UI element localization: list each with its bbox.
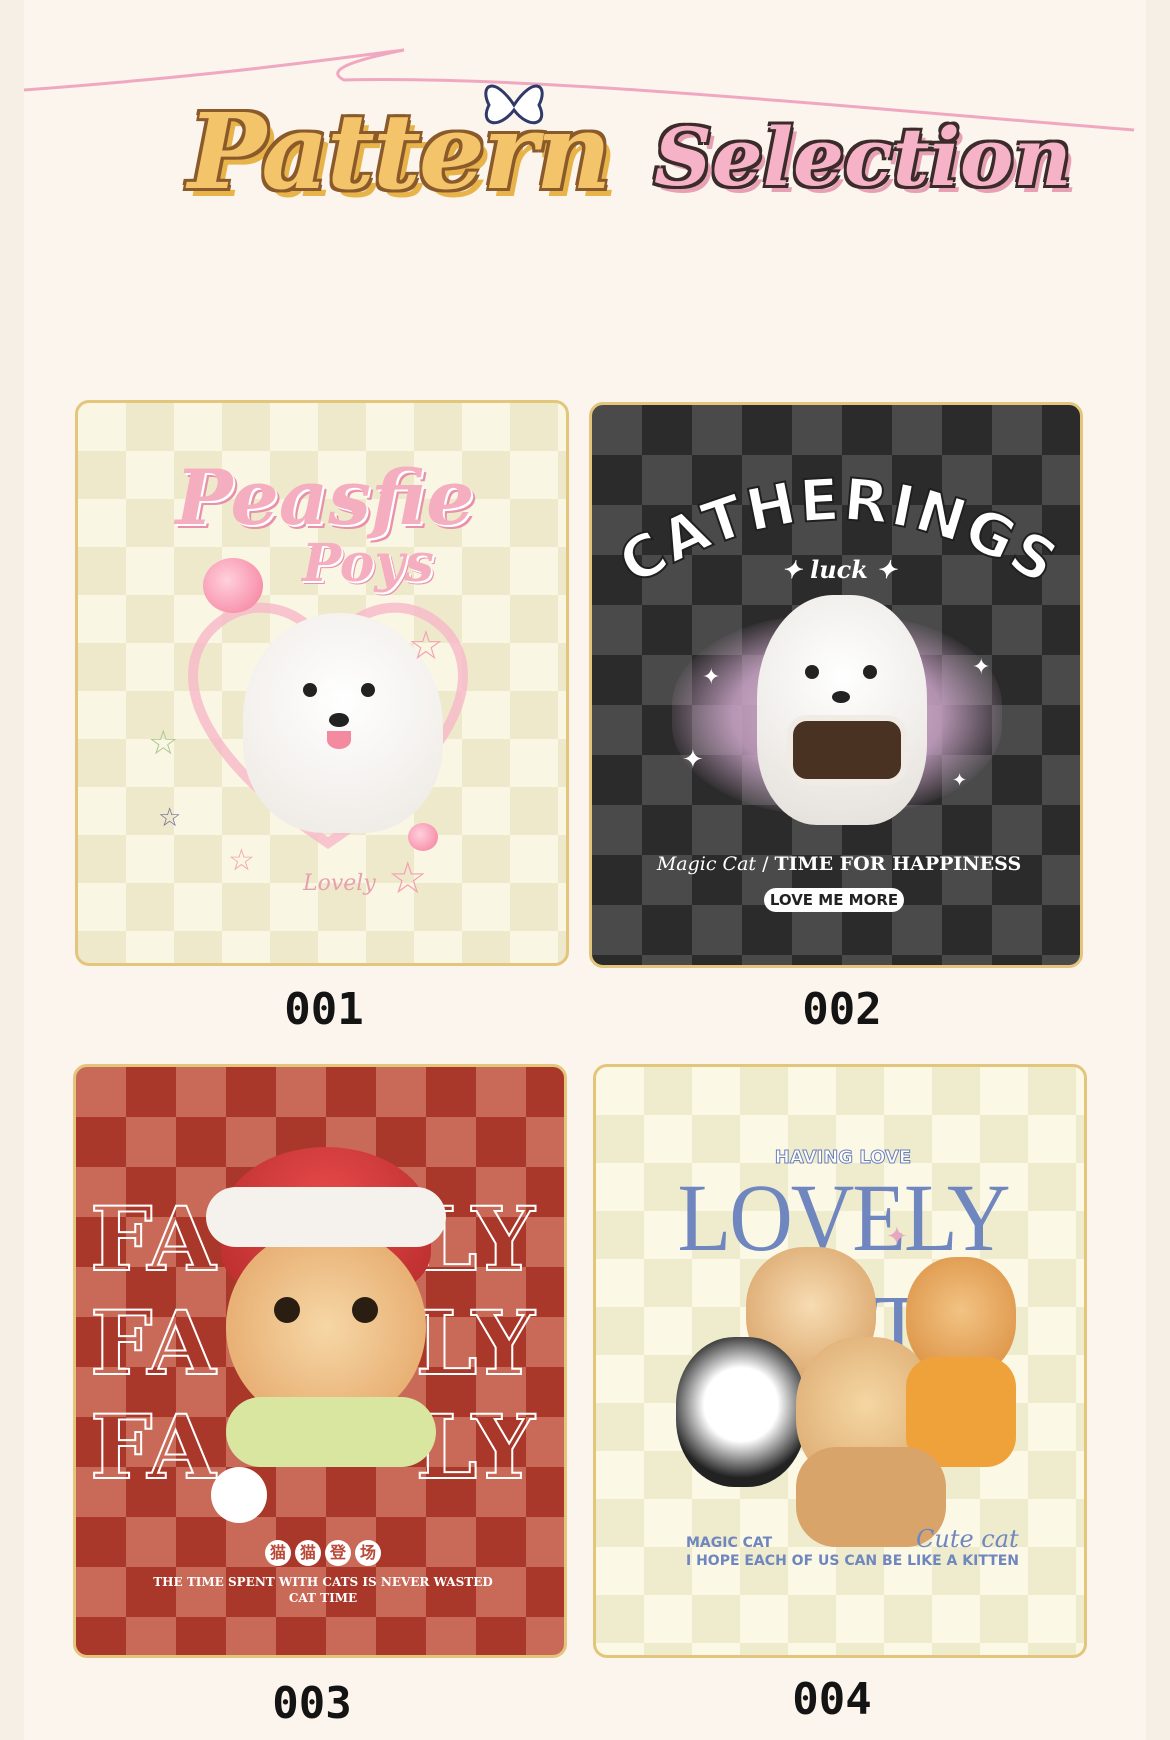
family-part-left: FA bbox=[89, 1186, 217, 1292]
family-part-left: FA bbox=[89, 1290, 217, 1396]
butterfly-icon bbox=[484, 84, 544, 125]
hat-fur-trim bbox=[206, 1187, 446, 1247]
chinese-badges: 猫猫登场 bbox=[76, 1540, 564, 1566]
dog-photo bbox=[757, 595, 927, 825]
sparkle-icon: ✦ bbox=[972, 655, 991, 680]
sparkle-icon: ✦ bbox=[702, 665, 721, 690]
cat-photo-tuxedo bbox=[676, 1337, 806, 1487]
card-subtitle: ✦ luck ✦ bbox=[781, 555, 897, 584]
pattern-card-004[interactable]: HAVING LOVE LOVELY CAT ✦ MAGIC CAT Cute … bbox=[593, 1064, 1087, 1658]
chinese-char: 登 bbox=[325, 1540, 351, 1566]
pattern-card-002[interactable]: CATHERINGS ✦ luck ✦ ✦ ✦ ✦ ✦ Magic Cat / … bbox=[589, 402, 1083, 968]
pattern-card-003[interactable]: FA LY FA LY FA LY 猫猫登场 THE TIME SPENT WITH … bbox=[73, 1064, 567, 1658]
caption-line1: THE TIME SPENT WITH CATS IS NEVER WASTED bbox=[153, 1575, 493, 1589]
pattern-label-002: 002 bbox=[802, 984, 882, 1035]
star-icon: ☆ bbox=[228, 843, 255, 878]
pattern-card-001[interactable]: Peasfie Poys ☆ ☆ ☆ ☆ ☆ Lovely bbox=[75, 400, 569, 966]
pink-heart-icon bbox=[203, 558, 263, 613]
kitten-caption: I HOPE EACH OF US CAN BE LIKE A KITTEN bbox=[686, 1553, 1020, 1569]
sparkle-icon: ✦ bbox=[682, 745, 704, 775]
magic-cat-caption: MAGIC CAT bbox=[686, 1535, 773, 1551]
card-caption: Magic Cat / TIME FOR HAPPINESS bbox=[656, 853, 1022, 875]
title-selection-word: Selection bbox=[654, 110, 1072, 204]
love-me-more-tag: LOVE ME MORE bbox=[764, 888, 904, 912]
star-icon: ☆ bbox=[408, 623, 444, 669]
caption-time-for-happiness: TIME FOR HAPPINESS bbox=[774, 853, 1022, 875]
pattern-label-003: 003 bbox=[272, 1678, 352, 1729]
pattern-label-001: 001 bbox=[284, 984, 364, 1035]
chinese-char: 猫 bbox=[295, 1540, 321, 1566]
chinese-char: 场 bbox=[355, 1540, 381, 1566]
family-part-right: LY bbox=[415, 1394, 536, 1500]
family-part-right: LY bbox=[415, 1290, 536, 1396]
card-subtitle-text: luck bbox=[810, 555, 868, 584]
sparkle-icon: ✦ bbox=[886, 1222, 908, 1252]
page-title: Pattern Selection bbox=[174, 80, 1072, 220]
page: Pattern Selection Peasfie Poys ☆ ☆ ☆ ☆ ☆… bbox=[0, 0, 1170, 1740]
caption-magic-cat: Magic Cat bbox=[656, 853, 757, 875]
pattern-label-004: 004 bbox=[792, 1674, 872, 1725]
green-scarf bbox=[226, 1397, 436, 1467]
small-heart-icon bbox=[408, 823, 438, 851]
chinese-char: 猫 bbox=[265, 1540, 291, 1566]
pompom bbox=[211, 1467, 267, 1523]
caption-line2: CAT TIME bbox=[288, 1591, 358, 1605]
cute-cat-script: Cute cat bbox=[916, 1525, 1019, 1553]
card-title-line1: Peasfie bbox=[175, 453, 475, 542]
catherings-title: CATHERINGS bbox=[606, 465, 1069, 599]
sparkle-icon: ✦ bbox=[952, 770, 968, 791]
star-icon: ☆ bbox=[388, 853, 428, 904]
script-text: Lovely bbox=[303, 871, 376, 896]
star-icon: ☆ bbox=[158, 803, 182, 833]
family-part-left: FA bbox=[89, 1394, 217, 1500]
star-icon: ☆ bbox=[148, 723, 179, 763]
